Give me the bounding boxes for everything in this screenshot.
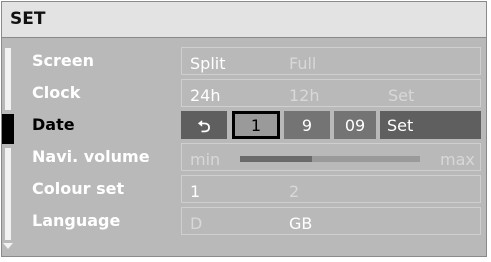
date-month-field[interactable]: 9 xyxy=(284,111,330,139)
row-label-date: Date xyxy=(32,115,75,134)
row-label-colour-set: Colour set xyxy=(32,179,125,198)
date-day-field[interactable]: 1 xyxy=(232,111,280,139)
option-24h[interactable]: 24h xyxy=(190,86,221,105)
set-menu-window: SET Screen Split Full Clock 24h 12h Set … xyxy=(1,1,487,257)
row-label-screen: Screen xyxy=(32,51,94,70)
row-label-clock: Clock xyxy=(32,83,81,102)
option-split[interactable]: Split xyxy=(190,54,225,73)
scroll-track-upper xyxy=(5,48,11,110)
option-colour-1[interactable]: 1 xyxy=(190,182,200,201)
navi-volume-level xyxy=(240,156,312,162)
option-colour-2[interactable]: 2 xyxy=(289,182,299,201)
option-12h[interactable]: 12h xyxy=(289,86,320,105)
menu-row-language[interactable]: Language D GB xyxy=(14,206,486,238)
date-year-field[interactable]: 09 xyxy=(334,111,376,139)
scroll-position-marker xyxy=(2,114,14,144)
option-full[interactable]: Full xyxy=(289,54,316,73)
colour-set-options: 1 2 xyxy=(181,175,481,203)
volume-min-label: min xyxy=(190,150,221,169)
option-language-d[interactable]: D xyxy=(190,214,202,233)
scroll-down-arrow-icon[interactable] xyxy=(3,243,13,249)
clock-options: 24h 12h Set xyxy=(181,79,481,107)
date-month-value: 9 xyxy=(301,116,313,135)
back-arrow-icon: ⮌ xyxy=(197,117,211,136)
option-clock-set[interactable]: Set xyxy=(388,86,414,105)
date-day-value: 1 xyxy=(250,116,262,135)
menu-row-date[interactable]: Date ⮌ 1 9 09 Set xyxy=(14,110,486,142)
language-options: D GB xyxy=(181,207,481,235)
volume-max-label: max xyxy=(440,150,475,169)
title-bar: SET xyxy=(2,2,486,38)
date-year-value: 09 xyxy=(344,116,366,135)
navi-volume-slider[interactable] xyxy=(240,156,420,162)
navi-volume-slider-box: min max xyxy=(181,143,481,171)
option-language-gb[interactable]: GB xyxy=(289,214,312,233)
date-set-label: Set xyxy=(387,116,414,135)
menu-row-navi-volume[interactable]: Navi. volume min max xyxy=(14,142,486,174)
scroll-track-lower xyxy=(5,148,11,240)
date-set-button[interactable]: Set xyxy=(380,111,481,139)
menu-row-screen[interactable]: Screen Split Full xyxy=(14,46,486,78)
menu-row-colour-set[interactable]: Colour set 1 2 xyxy=(14,174,486,206)
menu-row-clock[interactable]: Clock 24h 12h Set xyxy=(14,78,486,110)
scroll-indicator[interactable] xyxy=(2,38,14,256)
screen-options: Split Full xyxy=(181,47,481,75)
menu-title: SET xyxy=(10,9,46,29)
row-label-language: Language xyxy=(32,211,121,230)
row-label-navi-volume: Navi. volume xyxy=(32,147,150,166)
back-button[interactable]: ⮌ xyxy=(181,111,227,139)
